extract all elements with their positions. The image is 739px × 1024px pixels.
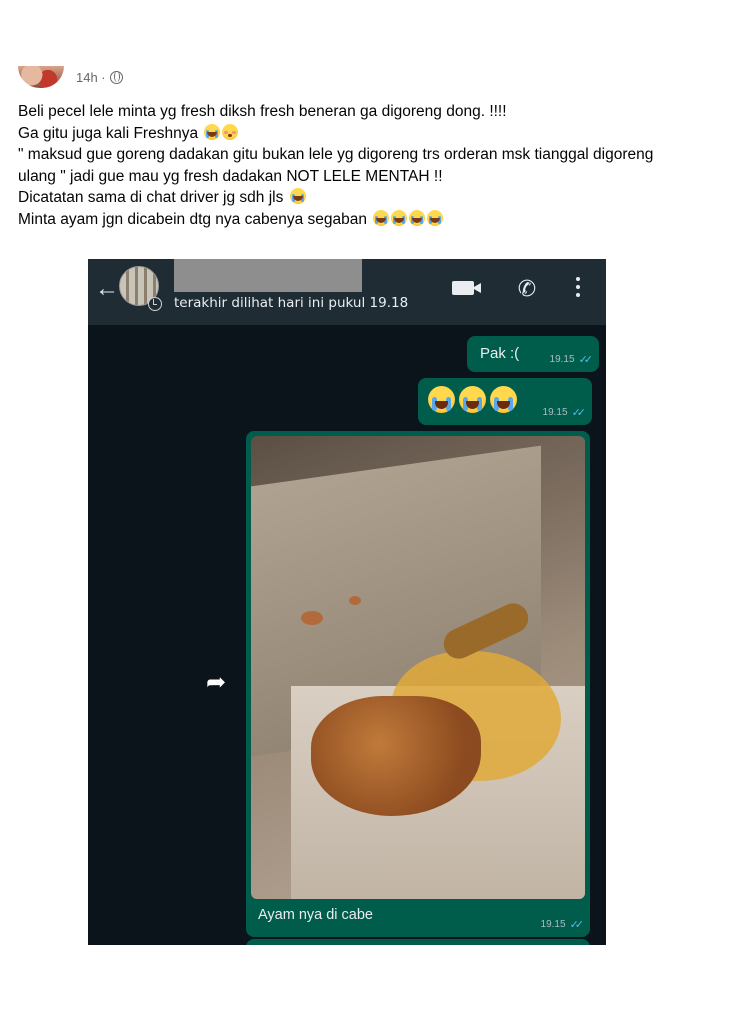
globe-icon[interactable] (109, 70, 123, 84)
crying-emoji-icon (428, 386, 455, 413)
more-vert-icon[interactable] (574, 277, 582, 301)
crying-emoji-icon (490, 386, 517, 413)
double-check-icon: ✓✓ (571, 407, 587, 419)
crying-emoji-icon (459, 386, 486, 413)
video-call-icon[interactable] (452, 281, 481, 295)
message-bubble[interactable]: Pak :( 19.15 ✓✓ (467, 336, 599, 372)
author-avatar[interactable] (18, 66, 64, 88)
crying-emoji-icon (427, 209, 444, 226)
crying-emoji-icon (373, 209, 390, 226)
crumb (301, 611, 323, 625)
last-seen-status: terakhir dilihat hari ini pukul 19.18 (174, 295, 409, 311)
crying-emoji-icon (204, 123, 221, 140)
post-line: Minta ayam jgn dicabein dtg nya cabenya … (18, 209, 738, 231)
crying-emoji-icon (391, 209, 408, 226)
phone-call-icon[interactable]: ✆ (514, 276, 540, 302)
crumb (349, 596, 361, 605)
message-text: Ayam nya di cabe (258, 907, 373, 923)
post-body: Beli pecel lele minta yg fresh diksh fre… (18, 101, 738, 230)
message-bubble-partial (246, 939, 590, 945)
disappearing-timer-icon (148, 297, 162, 311)
post-meta: 14h · (76, 70, 123, 85)
post-line: ulang " jadi gue mau yg fresh dadakan NO… (18, 167, 443, 185)
image-message-bubble[interactable]: Ayam nya di cabe 19.15 ✓✓ (246, 431, 590, 937)
forward-icon[interactable]: ➦ (202, 669, 230, 697)
message-text: Pak :( (480, 345, 520, 362)
back-arrow-icon[interactable]: ← (93, 275, 121, 303)
whatsapp-screenshot[interactable]: ← terakhir dilihat hari ini pukul 19.18 … (88, 259, 606, 945)
chat-header: ← terakhir dilihat hari ini pukul 19.18 … (88, 259, 606, 325)
message-meta: 19.15 ✓✓ (540, 919, 585, 931)
flushed-emoji-icon (222, 123, 239, 140)
food-photo[interactable] (251, 436, 585, 899)
post-line: " maksud gue goreng dadakan gitu bukan l… (18, 146, 654, 163)
post-line: Ga gitu juga kali Freshnya (18, 123, 738, 145)
post-line: Dicatatan sama di chat driver jg sdh jls (18, 187, 738, 209)
message-meta: 19.15 ✓✓ (542, 407, 587, 419)
contact-name-redacted (174, 259, 362, 292)
emoji-row (428, 386, 517, 413)
post-line: Beli pecel lele minta yg fresh diksh fre… (18, 103, 507, 120)
message-bubble[interactable]: 19.15 ✓✓ (418, 378, 592, 425)
double-check-icon: ✓✓ (569, 919, 585, 931)
message-meta: 19.15 ✓✓ (549, 354, 594, 366)
crying-emoji-icon (289, 188, 306, 204)
post-time[interactable]: 14h · (76, 70, 106, 85)
double-check-icon: ✓✓ (578, 354, 594, 366)
crying-emoji-icon (409, 209, 426, 226)
post-header: 14h · (18, 64, 123, 90)
